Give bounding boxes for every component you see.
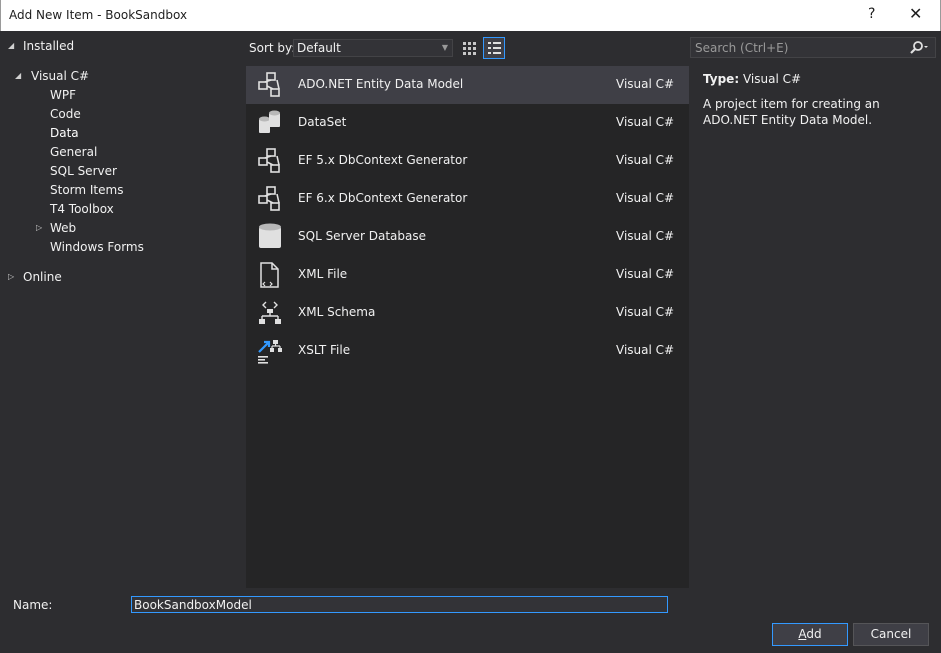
xml-file-icon [260, 262, 279, 288]
add-button[interactable]: Add [772, 623, 848, 646]
tree-node-web[interactable]: ▷ Web [0, 219, 244, 237]
item-name: SQL Server Database [298, 229, 426, 243]
type-value: Visual C# [742, 72, 802, 86]
help-button[interactable]: ? [868, 6, 875, 22]
tree-label: General [50, 145, 98, 159]
search-icon[interactable] [909, 39, 931, 57]
name-field[interactable] [131, 596, 668, 613]
tree-label-online: Online [23, 270, 62, 284]
tree-node-visual-csharp[interactable]: ◢ Visual C# [0, 67, 244, 85]
collapse-triangle-icon[interactable]: ◢ [8, 37, 18, 55]
item-language: Visual C# [616, 229, 675, 243]
item-name: ADO.NET Entity Data Model [298, 77, 464, 91]
list-item[interactable]: EF 6.x DbContext Generator Visual C# [246, 180, 689, 218]
grid-view-icon [463, 42, 476, 55]
list-item[interactable]: XML Schema Visual C# [246, 294, 689, 332]
item-name: XSLT File [298, 343, 351, 357]
sort-by-dropdown[interactable]: Default ▼ [293, 39, 453, 57]
tree-node-online[interactable]: ▷ Online [0, 268, 244, 286]
tree-label-visual-csharp: Visual C# [31, 69, 90, 83]
list-item[interactable]: XML File Visual C# [246, 256, 689, 294]
tree-label: Code [50, 107, 81, 121]
entity-model-icon [258, 72, 280, 97]
template-category-tree: ◢ Installed ◢ Visual C# WPF Code Data Ge… [0, 34, 244, 590]
item-name: EF 6.x DbContext Generator [298, 191, 468, 205]
cancel-button[interactable]: Cancel [853, 623, 929, 646]
tree-label: T4 Toolbox [50, 202, 114, 216]
item-language: Visual C# [616, 115, 675, 129]
item-language: Visual C# [616, 153, 675, 167]
xml-schema-icon [259, 301, 281, 324]
tree-item-t4-toolbox[interactable]: T4 Toolbox [0, 200, 244, 218]
tree-item-data[interactable]: Data [0, 124, 244, 142]
tree-item-windows-forms[interactable]: Windows Forms [0, 238, 244, 256]
search-input[interactable]: Search (Ctrl+E) [695, 41, 788, 55]
window-title: Add New Item - BookSandbox [9, 8, 188, 22]
entity-model-icon [258, 186, 280, 211]
tree-label-installed: Installed [23, 39, 75, 53]
tree-item-storm-items[interactable]: Storm Items [0, 181, 244, 199]
item-language: Visual C# [616, 343, 675, 357]
tree-label: WPF [50, 88, 77, 102]
sort-by-value: Default [297, 41, 341, 55]
type-row: Type: Visual C# [703, 72, 933, 86]
item-name: XML File [298, 267, 348, 281]
item-name: EF 5.x DbContext Generator [298, 153, 468, 167]
item-language: Visual C# [616, 305, 675, 319]
list-item[interactable]: ADO.NET Entity Data Model Visual C# [246, 66, 689, 104]
type-label: Type: [703, 72, 740, 86]
sort-by-label: Sort by: [249, 41, 296, 55]
expand-triangle-icon[interactable]: ▷ [36, 219, 46, 237]
title-bar: Add New Item - BookSandbox ? ✕ [0, 0, 941, 31]
tree-item-code[interactable]: Code [0, 105, 244, 123]
search-installed-templates[interactable]: Search (Ctrl+E) [690, 37, 936, 58]
tree-item-wpf[interactable]: WPF [0, 86, 244, 104]
name-label: Name: [13, 598, 53, 612]
list-item[interactable]: EF 5.x DbContext Generator Visual C# [246, 142, 689, 180]
item-name: DataSet [298, 115, 347, 129]
list-item[interactable]: XSLT File Visual C# [246, 332, 689, 370]
close-button[interactable]: ✕ [909, 4, 922, 23]
expand-triangle-icon[interactable]: ▷ [8, 268, 18, 286]
item-language: Visual C# [616, 191, 675, 205]
xslt-file-icon [258, 340, 282, 364]
template-list: ADO.NET Entity Data Model Visual C# Data… [246, 66, 689, 588]
item-language: Visual C# [616, 77, 675, 91]
list-item[interactable]: SQL Server Database Visual C# [246, 218, 689, 256]
entity-model-icon [258, 148, 280, 173]
chevron-down-icon: ▼ [441, 43, 448, 52]
tree-node-installed[interactable]: ◢ Installed [0, 37, 244, 55]
details-view-button[interactable] [483, 37, 505, 59]
tree-item-general[interactable]: General [0, 143, 244, 161]
tree-item-sql-server[interactable]: SQL Server [0, 162, 244, 180]
tree-label: Storm Items [50, 183, 124, 197]
tree-label: Windows Forms [50, 240, 144, 254]
item-description: A project item for creating an ADO.NET E… [703, 97, 880, 127]
tree-label: SQL Server [50, 164, 117, 178]
tree-label: Web [50, 221, 77, 235]
list-view-icon [488, 42, 501, 54]
list-item[interactable]: DataSet Visual C# [246, 104, 689, 142]
collapse-triangle-icon[interactable]: ◢ [15, 67, 25, 85]
item-name: XML Schema [298, 305, 376, 319]
dataset-icon [259, 110, 280, 133]
add-label: dd [806, 627, 822, 641]
tree-label: Data [50, 126, 79, 140]
item-language: Visual C# [616, 267, 675, 281]
item-details-panel: Type: Visual C# A project item for creat… [703, 72, 933, 128]
database-icon [259, 223, 281, 248]
small-icons-view-button[interactable] [458, 37, 480, 59]
